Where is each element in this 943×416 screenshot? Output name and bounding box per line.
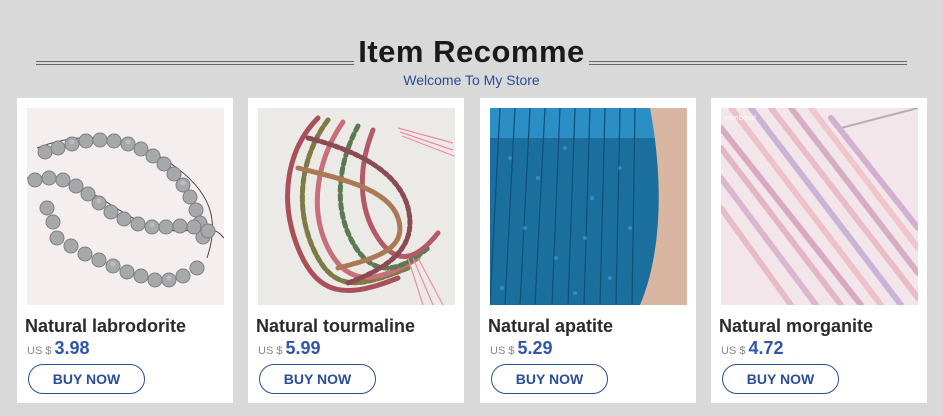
- buy-now-button[interactable]: BUY NOW: [722, 364, 839, 394]
- price-value: 5.99: [285, 338, 321, 358]
- price-value: 4.72: [748, 338, 784, 358]
- product-name[interactable]: Natural apatite: [488, 314, 613, 338]
- product-image-labradorite[interactable]: [27, 108, 224, 305]
- price-row: US $5.29: [490, 338, 553, 361]
- product-image-tourmaline[interactable]: [258, 108, 455, 305]
- product-image-apatite[interactable]: [490, 108, 687, 305]
- product-card-apatite[interactable]: Natural apatite US $5.29 BUY NOW: [480, 98, 696, 403]
- price-value: 5.29: [517, 338, 553, 358]
- section-subtitle: Welcome To My Store: [403, 72, 540, 88]
- price-currency: US $: [27, 345, 52, 357]
- price-currency: US $: [721, 345, 746, 357]
- header-divider-right: [589, 61, 907, 65]
- svg-text:rainbead: rainbead: [725, 114, 756, 122]
- price-row: US $3.98: [27, 338, 90, 361]
- price-currency: US $: [490, 345, 515, 357]
- section-title: Item Recomme: [358, 34, 585, 69]
- price-currency: US $: [258, 345, 283, 357]
- price-row: US $4.72: [721, 338, 784, 361]
- price-value: 3.98: [54, 338, 90, 358]
- price-row: US $5.99: [258, 338, 321, 361]
- buy-now-button[interactable]: BUY NOW: [491, 364, 608, 394]
- product-image-morganite[interactable]: rainbead: [721, 108, 918, 305]
- buy-now-button[interactable]: BUY NOW: [28, 364, 145, 394]
- product-card-morganite[interactable]: rainbead Natural morganite US $4.72 BUY …: [711, 98, 927, 403]
- buy-now-button[interactable]: BUY NOW: [259, 364, 376, 394]
- product-name[interactable]: Natural labrodorite: [25, 314, 186, 338]
- product-name[interactable]: Natural tourmaline: [256, 314, 415, 338]
- section-header: Item Recomme Welcome To My Store: [0, 28, 943, 98]
- product-card-tourmaline[interactable]: Natural tourmaline US $5.99 BUY NOW: [248, 98, 464, 403]
- product-card-labradorite[interactable]: Natural labrodorite US $3.98 BUY NOW: [17, 98, 233, 403]
- product-name[interactable]: Natural morganite: [719, 314, 873, 338]
